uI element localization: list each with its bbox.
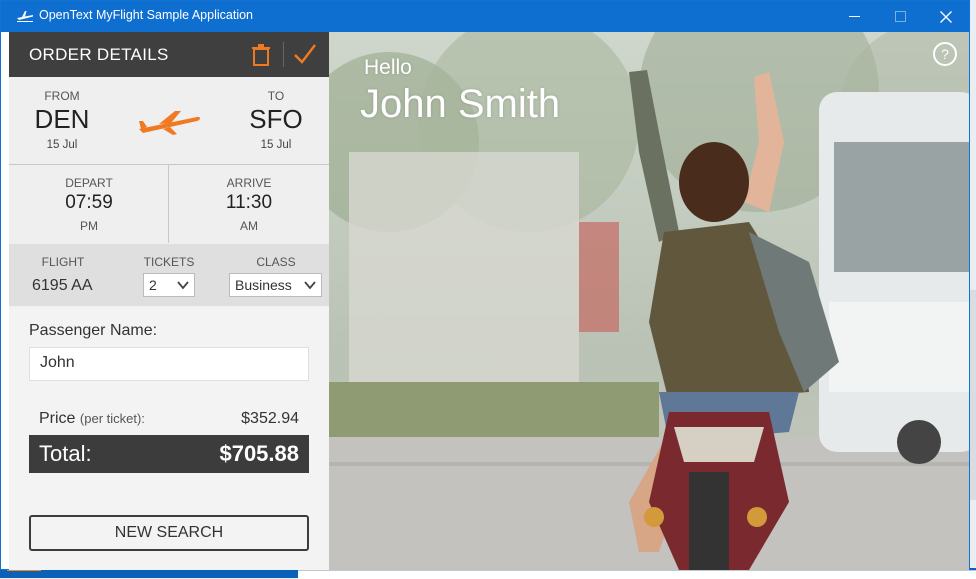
chevron-down-icon	[177, 281, 189, 290]
passenger-section: Passenger Name: John Price (per ticket):…	[9, 307, 329, 570]
minimize-button[interactable]	[831, 1, 877, 32]
check-icon[interactable]	[293, 42, 317, 66]
user-name: John Smith	[360, 82, 561, 126]
title-bar[interactable]: OpenText MyFlight Sample Application	[1, 1, 969, 32]
to-code: SFO	[249, 104, 303, 134]
window-title: OpenText MyFlight Sample Application	[39, 8, 253, 22]
background-window-edge	[970, 290, 976, 500]
from-label: FROM	[44, 89, 80, 103]
to-label: TO	[267, 89, 285, 103]
price-value: $352.94	[241, 410, 299, 427]
airplane-icon	[139, 111, 200, 135]
depart-label: DEPART	[65, 176, 113, 190]
plane-app-icon	[17, 11, 33, 22]
app-window: OpenText MyFlight Sample Application Hel…	[0, 0, 970, 570]
trash-icon[interactable]	[251, 44, 271, 66]
total-value: $705.88	[219, 441, 299, 466]
help-button[interactable]: ?	[933, 42, 957, 66]
close-icon	[940, 10, 952, 23]
arrive-ampm: AM	[240, 219, 258, 233]
class-value: Business	[235, 277, 292, 293]
from-date: 15 Jul	[46, 139, 78, 151]
depart-time: 07:59	[65, 192, 113, 213]
arrive-time: 11:30	[225, 192, 273, 213]
chevron-down-icon	[304, 281, 316, 290]
total-bar: Total: $705.88	[29, 435, 309, 473]
price-label: Price (per ticket):	[39, 410, 145, 428]
from-code: DEN	[34, 104, 90, 134]
maximize-icon	[894, 11, 906, 22]
maximize-button[interactable]	[877, 1, 923, 32]
flight-label: FLIGHT	[41, 255, 85, 269]
order-details-panel: ORDER DETAILS FROM DEN 15 Jul TO SFO 15 …	[9, 32, 329, 570]
panel-title: ORDER DETAILS	[29, 45, 169, 64]
arrive-label: ARRIVE	[226, 176, 272, 190]
passenger-name-input[interactable]: John	[29, 347, 309, 381]
help-icon: ?	[941, 46, 949, 62]
panel-header: ORDER DETAILS	[9, 32, 329, 77]
minimize-icon	[848, 16, 860, 17]
hero-photo: Hello John Smith ?	[329, 32, 969, 570]
passenger-name-label: Passenger Name:	[29, 322, 158, 339]
class-select[interactable]: Business	[229, 273, 322, 297]
times-section: DEPART 07:59 PM ARRIVE 11:30 AM	[9, 165, 329, 243]
flight-number: 6195 AA	[32, 277, 93, 294]
new-search-button[interactable]: NEW SEARCH	[29, 515, 309, 551]
price-label-text: Price	[39, 410, 76, 427]
price-per-ticket: (per ticket):	[79, 411, 145, 426]
flight-info-row: FLIGHT 6195 AA TICKETS 2 CLASS Business	[9, 244, 329, 306]
route-section: FROM DEN 15 Jul TO SFO 15 Jul	[9, 77, 329, 164]
tickets-value: 2	[149, 277, 157, 293]
to-date: 15 Jul	[260, 139, 292, 151]
greeting-hello: Hello	[364, 56, 412, 79]
tickets-label: TICKETS	[143, 255, 195, 269]
close-button[interactable]	[923, 1, 969, 32]
total-label: Total:	[39, 441, 92, 466]
divider	[168, 165, 169, 243]
depart-ampm: PM	[80, 219, 98, 233]
class-label: CLASS	[256, 255, 296, 269]
tickets-select[interactable]: 2	[143, 273, 195, 297]
header-divider	[283, 42, 284, 67]
